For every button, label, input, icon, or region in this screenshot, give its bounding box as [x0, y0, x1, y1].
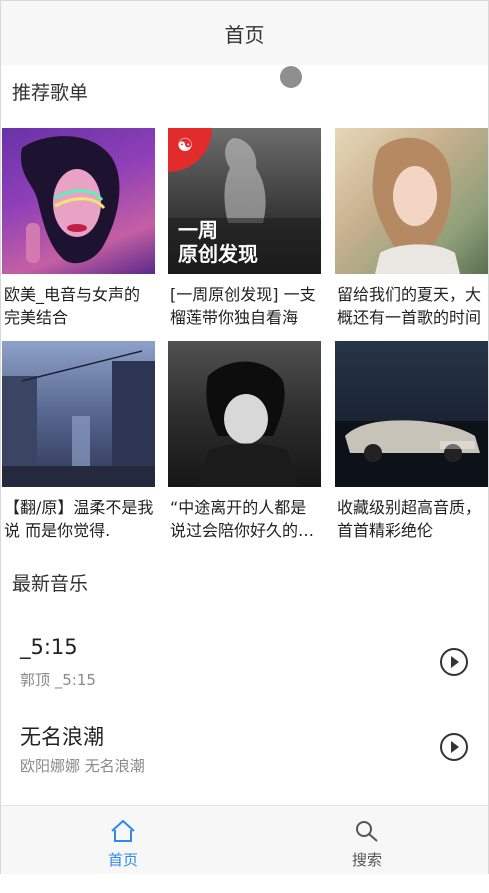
playlist-caption: [一周原创发现] 一支榴莲带你独自看海 [170, 285, 316, 327]
playlist-caption: 留给我们的夏天，大概还有一首歌的时间 [337, 285, 482, 327]
tab-home[interactable]: 首页 [48, 806, 198, 874]
night-car-art [335, 420, 488, 487]
playlist-card[interactable]: 留给我们的夏天，大概还有一首歌的时间 [335, 128, 488, 329]
anime-boy-art [198, 361, 298, 487]
playlist-cover[interactable] [2, 128, 155, 274]
song-artist: 郭顶 _5:15 [20, 671, 96, 689]
playlist-card[interactable]: “中途离开的人都是说过会陪你好久的人” [168, 341, 321, 542]
tab-search[interactable]: 搜索 [292, 806, 442, 874]
playlist-card[interactable]: 收藏级别超高音质，首首精彩绝伦 [335, 341, 488, 542]
song-title: _5:15 [20, 635, 78, 659]
bottom-tabbar: 首页 搜索 [1, 805, 488, 874]
loading-indicator [280, 66, 302, 88]
playlist-cover[interactable] [335, 128, 488, 274]
header-bar: 首页 [1, 1, 488, 65]
playlist-cover[interactable]: ☯ 一周 原创发现 [168, 128, 321, 274]
app-frame: 首页 推荐歌单 欧美_电音与女声的完美结合 ☯ 一周 原创发现 [一周原创发现]… [0, 0, 489, 874]
song-item[interactable]: 无名浪潮 欧阳娜娜 无名浪潮 [1, 721, 488, 807]
page-title: 首页 [224, 23, 265, 47]
playlist-caption: 收藏级别超高音质，首首精彩绝伦 [337, 498, 482, 540]
playlist-cover[interactable] [168, 341, 321, 487]
search-icon [356, 821, 378, 842]
playlist-caption: 【翻/原】温柔不是我说 而是你觉得. [4, 498, 154, 540]
dusk-street-art [2, 350, 155, 487]
home-icon [111, 819, 135, 842]
play-icon[interactable] [440, 648, 468, 676]
playlist-caption: “中途离开的人都是说过会陪你好久的人” [170, 498, 307, 540]
playlist-card[interactable]: 欧美_电音与女声的完美结合 [2, 128, 155, 329]
playlist-caption: 欧美_电音与女声的完美结合 [4, 285, 141, 327]
neon-portrait-art [20, 136, 120, 264]
song-item[interactable]: _5:15 郭顶 _5:15 [1, 635, 488, 721]
tab-home-label: 首页 [107, 851, 138, 869]
play-icon[interactable] [440, 733, 468, 761]
playlist-card[interactable]: 【翻/原】温柔不是我说 而是你觉得. [2, 341, 155, 542]
song-artist: 欧阳娜娜 无名浪潮 [20, 757, 145, 775]
tab-search-label: 搜索 [351, 851, 382, 869]
playlist-cover[interactable] [335, 341, 488, 487]
playlist-cover[interactable] [2, 341, 155, 487]
playlist-card[interactable]: ☯ 一周 原创发现 [一周原创发现] 一支榴莲带你独自看海 [168, 128, 321, 329]
section-title-recommended: 推荐歌单 [12, 82, 89, 104]
song-title: 无名浪潮 [20, 725, 104, 749]
cover-overlay-text: 一周 原创发现 [178, 218, 258, 266]
summer-girl-art [372, 137, 460, 274]
section-title-latest: 最新音乐 [12, 573, 89, 595]
